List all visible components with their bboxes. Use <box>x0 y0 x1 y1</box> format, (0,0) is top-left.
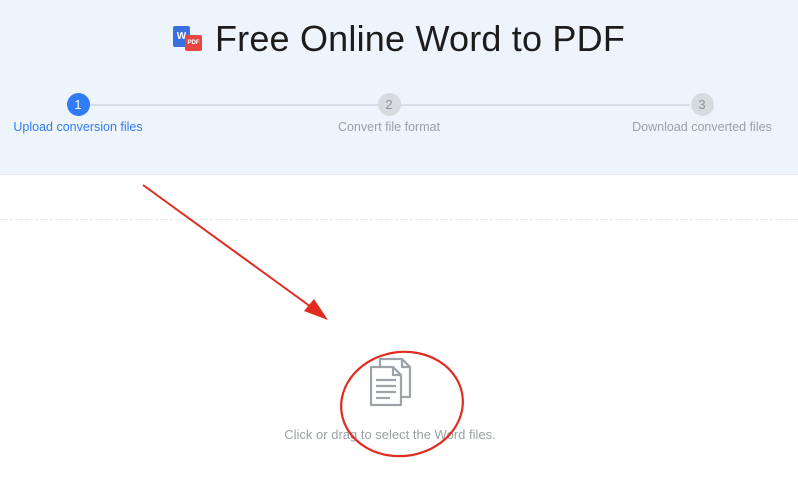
step-label: Upload conversion files <box>13 120 143 134</box>
word-to-pdf-icon: W PDF <box>172 24 203 54</box>
step-convert: 2 Convert file format <box>289 93 489 134</box>
upload-dropzone[interactable] <box>0 220 798 487</box>
dropzone-hint[interactable]: Click or drag to select the Word files. <box>0 427 780 442</box>
step-number: 3 <box>690 93 714 116</box>
step-number: 2 <box>377 93 401 116</box>
step-number: 1 <box>66 93 90 116</box>
step-download: 3 Download converted files <box>602 93 798 134</box>
page: W PDF Free Online Word to PDF 1 Upload c… <box>0 0 798 487</box>
step-upload: 1 Upload conversion files <box>0 93 178 134</box>
step-label: Download converted files <box>632 120 772 134</box>
progress-steps: 1 Upload conversion files 2 Convert file… <box>0 93 798 143</box>
title-row: W PDF Free Online Word to PDF <box>0 18 798 60</box>
document-icon[interactable] <box>368 357 412 407</box>
step-label: Convert file format <box>337 120 441 134</box>
page-title: Free Online Word to PDF <box>214 18 626 59</box>
pdf-badge: PDF <box>184 35 202 51</box>
header: W PDF Free Online Word to PDF 1 Upload c… <box>0 0 798 175</box>
